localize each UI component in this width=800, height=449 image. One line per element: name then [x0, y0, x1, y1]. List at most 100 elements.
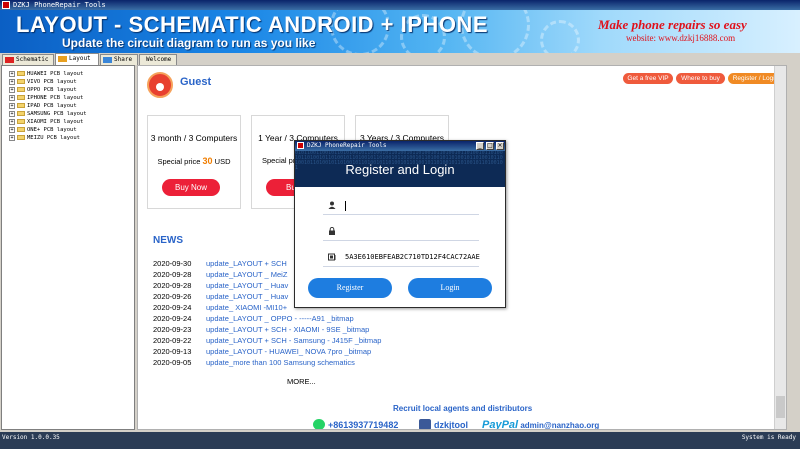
buy-now-button[interactable]: Buy Now	[162, 179, 220, 196]
plan-title: 3 month / 3 Computers	[150, 133, 238, 143]
tab-layout[interactable]: Layout	[55, 53, 99, 65]
close-icon[interactable]: ×	[496, 142, 504, 150]
machine-code-field: 5A3E610EBFEAB2C710TD12F4CAC72AAE	[323, 249, 480, 267]
expand-icon[interactable]: +	[9, 126, 15, 133]
text-caret	[345, 201, 346, 211]
tree-item-label: ONE+ PCB layout	[27, 127, 77, 133]
username-input[interactable]	[343, 199, 473, 212]
tree-item-label: XIAOMI PCB layout	[27, 119, 84, 125]
minimize-icon[interactable]: _	[476, 142, 484, 150]
expand-icon[interactable]: +	[9, 102, 15, 109]
phone-number: +8613937719482	[328, 420, 399, 430]
news-item[interactable]: 2020-09-13 update_LAYOUT - HUAWEI_ NOVA 7…	[153, 346, 371, 357]
news-item[interactable]: 2020-09-28 update_LAYOUT _ Huav	[153, 280, 288, 291]
expand-icon[interactable]: +	[9, 134, 15, 141]
news-date: 2020-09-28	[153, 270, 192, 279]
more-news-link[interactable]: MORE...	[287, 377, 316, 386]
price-prefix: Special pr	[262, 156, 296, 165]
news-item[interactable]: 2020-09-23 update_LAYOUT + SCH - XIAOMI -…	[153, 324, 369, 335]
tree-item-oneplus[interactable]: + ONE+ PCB layout	[9, 126, 77, 134]
plan-card-3-month: 3 month / 3 Computers Special price 30 U…	[147, 115, 241, 209]
facebook-icon	[419, 419, 431, 429]
header-banner: LAYOUT - SCHEMATIC ANDROID + IPHONE Upda…	[0, 10, 800, 53]
tree-item-samsung[interactable]: + SAMSUNG PCB layout	[9, 110, 87, 118]
news-item[interactable]: 2020-09-24 update_ XIAOMI -MI10+	[153, 302, 287, 313]
news-link[interactable]: update_LAYOUT _ MeiZ	[206, 270, 287, 279]
scrollbar-thumb[interactable]	[776, 396, 785, 418]
folder-icon	[17, 135, 25, 140]
news-item[interactable]: 2020-09-26 update_LAYOUT _ Huav	[153, 291, 288, 302]
password-input[interactable]	[343, 225, 473, 238]
news-link[interactable]: update_LAYOUT + SCH - Samsung - J415F _b…	[206, 336, 381, 345]
news-link[interactable]: update_LAYOUT _ OPPO - -----A91 _bitmap	[206, 314, 354, 323]
facebook-contact: dzkjtool	[419, 419, 468, 429]
avatar	[147, 72, 173, 98]
tree-item-ipad[interactable]: + IPAD PCB layout	[9, 102, 77, 110]
news-item[interactable]: 2020-09-24 update_LAYOUT _ OPPO - -----A9…	[153, 313, 354, 324]
paypal-email: admin@nanzhao.org	[520, 421, 600, 430]
tree-item-label: IPAD PCB layout	[27, 103, 77, 109]
free-vip-button[interactable]: Get a free VIP	[623, 73, 673, 84]
user-face-icon	[156, 83, 164, 91]
folder-icon	[17, 119, 25, 124]
news-date: 2020-09-05	[153, 358, 192, 367]
news-item[interactable]: 2020-09-28 update_LAYOUT _ MeiZ	[153, 269, 287, 280]
username-field[interactable]	[323, 197, 479, 215]
tree-item-label: MEIZU PCB layout	[27, 135, 80, 141]
maximize-icon[interactable]: □	[486, 142, 494, 150]
tree-item-iphone[interactable]: + IPHONE PCB layout	[9, 94, 83, 102]
tab-welcome[interactable]: Welcome	[139, 54, 177, 65]
expand-icon[interactable]: +	[9, 94, 15, 101]
expand-icon[interactable]: +	[9, 110, 15, 117]
vertical-scrollbar[interactable]	[774, 66, 786, 429]
tab-label: Schematic	[16, 56, 49, 63]
news-item[interactable]: 2020-09-22 update_LAYOUT + SCH - Samsung …	[153, 335, 381, 346]
news-date: 2020-09-24	[153, 314, 192, 323]
tab-share[interactable]: Share	[100, 54, 138, 65]
folder-icon	[17, 71, 25, 76]
news-link[interactable]: update_ XIAOMI -MI10+	[206, 303, 287, 312]
tab-bar: Schematic Layout Share Welcome	[0, 53, 800, 65]
tab-schematic[interactable]: Schematic	[2, 54, 54, 65]
banner-slogan: Make phone repairs so easy	[598, 17, 747, 32]
expand-icon[interactable]: +	[9, 78, 15, 85]
news-item[interactable]: 2020-09-05 update_more than 100 Samsung s…	[153, 357, 355, 368]
news-link[interactable]: update_LAYOUT _ Huav	[206, 292, 288, 301]
tree-item-oppo[interactable]: + OPPO PCB layout	[9, 86, 77, 94]
password-field[interactable]	[323, 223, 479, 241]
expand-icon[interactable]: +	[9, 118, 15, 125]
news-link[interactable]: update_LAYOUT - HUAWEI_ NOVA 7pro _bitma…	[206, 347, 371, 356]
banner-subline: Update the circuit diagram to run as you…	[62, 36, 316, 50]
news-heading: NEWS	[153, 235, 183, 246]
news-date: 2020-09-24	[153, 303, 192, 312]
pdf-icon	[5, 57, 14, 63]
user-name: Guest	[180, 76, 212, 88]
register-button[interactable]: Register	[308, 278, 392, 298]
news-link[interactable]: update_LAYOUT + SCH	[206, 259, 287, 268]
window-title: DZKJ PhoneRepair Tools	[13, 1, 106, 9]
price-currency: USD	[214, 157, 231, 166]
tree-item-vivo[interactable]: + VIVO PCB layout	[9, 78, 77, 86]
where-to-buy-button[interactable]: Where to buy	[676, 73, 725, 84]
expand-icon[interactable]: +	[9, 70, 15, 77]
news-date: 2020-09-13	[153, 347, 192, 356]
tree-item-huawei[interactable]: + HUAWEI PCB layout	[9, 70, 83, 78]
login-button[interactable]: Login	[408, 278, 492, 298]
tree-item-label: OPPO PCB layout	[27, 87, 77, 93]
tree-item-xiaomi[interactable]: + XIAOMI PCB layout	[9, 118, 83, 126]
tree-item-label: IPHONE PCB layout	[27, 95, 84, 101]
paypal-contact: PayPal admin@nanzhao.org	[482, 419, 600, 430]
news-item[interactable]: 2020-09-30 update_LAYOUT + SCH	[153, 258, 287, 269]
brand-tree: + HUAWEI PCB layout + VIVO PCB layout + OPP…	[1, 65, 135, 430]
whatsapp-icon	[313, 419, 325, 429]
news-link[interactable]: update_LAYOUT + SCH - XIAOMI - 9SE _bitm…	[206, 325, 369, 334]
tree-item-meizu[interactable]: + MEIZU PCB layout	[9, 134, 80, 142]
folder-icon	[17, 79, 25, 84]
plan-price: Special price 30 USD	[148, 156, 240, 166]
news-date: 2020-09-30	[153, 259, 192, 268]
version-text: Version 1.0.0.35	[2, 434, 60, 441]
news-link[interactable]: update_LAYOUT _ Huav	[206, 281, 288, 290]
machine-code: 5A3E610EBFEAB2C710TD12F4CAC72AAE	[345, 253, 480, 261]
news-link[interactable]: update_more than 100 Samsung schematics	[206, 358, 355, 367]
expand-icon[interactable]: +	[9, 86, 15, 93]
